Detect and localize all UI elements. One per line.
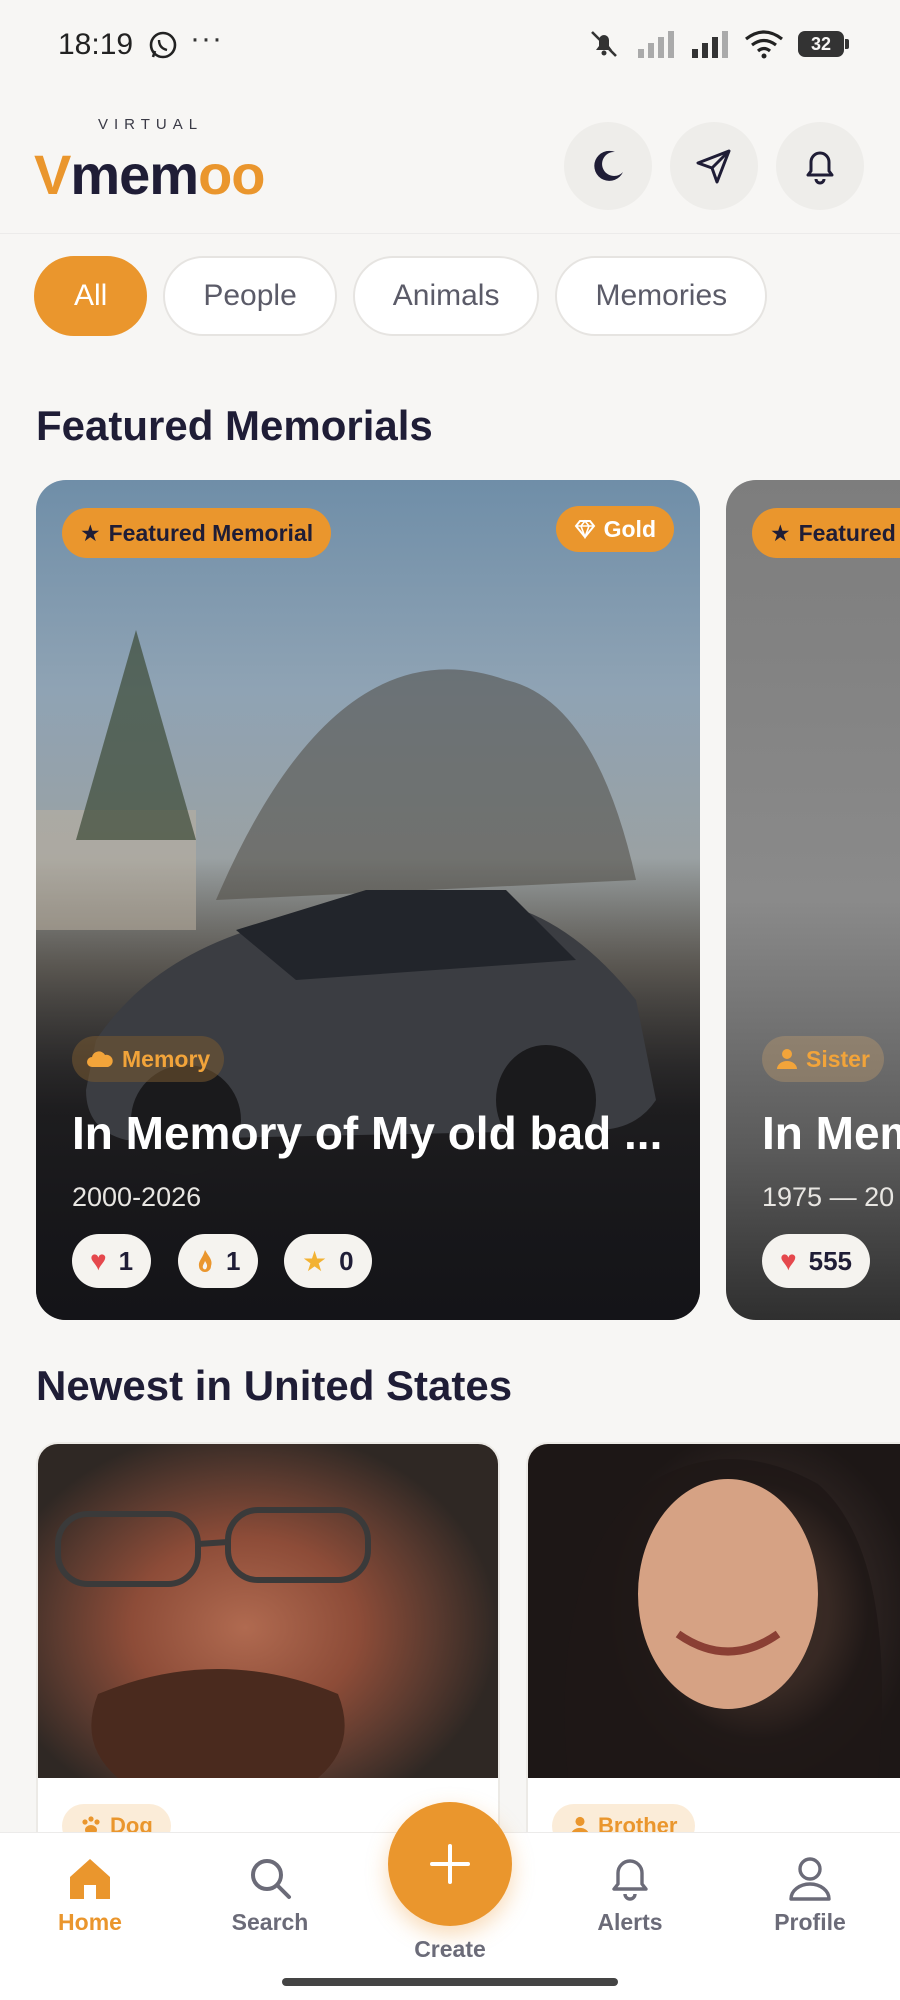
home-indicator[interactable] [282, 1978, 618, 1986]
filter-all[interactable]: All [34, 256, 148, 336]
nav-home[interactable]: Home [20, 1855, 160, 1936]
search-icon [251, 1859, 291, 1899]
newest-card-2[interactable]: Brother [526, 1442, 900, 1862]
wifi-icon [745, 30, 783, 59]
featured-memorial-badge: ★ Featured Memorial [62, 508, 332, 558]
signal-icon-2 [692, 31, 728, 58]
dark-mode-button[interactable] [564, 122, 652, 210]
notifications-button[interactable] [776, 122, 864, 210]
brand-logo[interactable]: Vmemoo [34, 142, 266, 207]
tier-label: Gold [603, 515, 656, 542]
filter-people[interactable]: People [163, 256, 337, 336]
star-rating-icon: ★ [302, 1245, 328, 1277]
create-button[interactable] [388, 1802, 512, 1926]
signal-icon-1 [638, 31, 674, 58]
featured-card-1[interactable]: ★ Featured Memorial Gold Memory In Memor… [36, 480, 700, 1320]
filter-chips: All People Animals Memories [34, 256, 768, 336]
nav-alerts[interactable]: Alerts [560, 1855, 700, 1936]
nav-search-label: Search [231, 1909, 309, 1935]
portrait-illustration-2 [564, 1459, 882, 1778]
category-tag: Memory [72, 1036, 225, 1082]
send-button[interactable] [670, 122, 758, 210]
filter-animals[interactable]: Animals [352, 256, 540, 336]
featured-card-2[interactable]: ★ Featured Sister In Mem 1975 — 20 ♥ 555 [726, 480, 900, 1320]
nav-profile[interactable]: Profile [740, 1855, 880, 1936]
send-icon [696, 149, 731, 184]
category-label: Memory [122, 1045, 211, 1072]
brand-oo: oo [198, 143, 265, 206]
star-icon-2: ★ [770, 519, 791, 546]
app-header: VIRTUAL Vmemoo [0, 92, 900, 234]
hearts-count: 1 [118, 1245, 134, 1276]
brand-mem: mem [70, 143, 199, 206]
plus-icon [430, 1844, 470, 1884]
status-icons: 32 [586, 28, 849, 60]
status-bar: 18:19 ··· 32 [0, 0, 900, 92]
featured-section-title: Featured Memorials [36, 402, 433, 449]
whatsapp-icon [149, 31, 177, 59]
create-label: Create [414, 1936, 486, 1962]
heart-icon: ♥ [90, 1245, 107, 1276]
memorial-title-2: In Mem [762, 1107, 900, 1159]
nav-profile-label: Profile [774, 1909, 846, 1935]
featured-badge-2: ★ Featured [752, 508, 900, 558]
stars-pill[interactable]: ★ 0 [284, 1234, 372, 1288]
hearts-pill[interactable]: ♥ 1 [72, 1234, 152, 1288]
candles-pill[interactable]: 1 [178, 1234, 259, 1288]
home-icon [70, 1859, 110, 1899]
candles-count: 1 [226, 1245, 241, 1276]
cloud-icon [87, 1051, 113, 1067]
nav-search[interactable]: Search [200, 1855, 340, 1936]
memorial-dates: 2000-2026 [72, 1182, 202, 1212]
featured-badge-label: Featured Memorial [108, 519, 314, 546]
star-icon: ★ [80, 519, 101, 546]
profile-icon [789, 1857, 831, 1901]
person-icon [777, 1049, 797, 1069]
more-notifications-icon: ··· [190, 22, 223, 55]
filter-memories[interactable]: Memories [555, 256, 768, 336]
flame-icon [198, 1250, 212, 1272]
memorial-dates-2: 1975 — 20 [762, 1182, 895, 1212]
portrait-illustration-1 [55, 1507, 371, 1778]
hearts-pill-2[interactable]: ♥ 555 [762, 1234, 871, 1288]
diamond-icon [574, 519, 595, 539]
brand-v: V [34, 143, 71, 206]
newest-section-title: Newest in United States [36, 1362, 513, 1409]
hearts-count-2: 555 [808, 1245, 853, 1276]
alerts-bell-icon [612, 1859, 648, 1901]
nav-home-label: Home [58, 1909, 122, 1935]
featured-badge-label-2: Featured [798, 519, 896, 546]
newest-card-1[interactable]: Dog [36, 1442, 500, 1862]
category-label-2: Sister [806, 1045, 870, 1072]
battery-icon: 32 [798, 31, 849, 57]
memorial-title: In Memory of My old bad ... [72, 1107, 663, 1159]
mute-icon [591, 31, 617, 57]
moon-icon [594, 150, 623, 181]
heart-icon-2: ♥ [780, 1245, 797, 1276]
gold-tier-badge: Gold [555, 506, 674, 552]
status-time: 18:19 [58, 28, 134, 61]
nav-alerts-label: Alerts [597, 1909, 663, 1935]
brand-subtitle: VIRTUAL [98, 116, 204, 133]
stars-count: 0 [339, 1245, 354, 1276]
bell-icon [806, 151, 834, 185]
category-tag-2: Sister [762, 1036, 884, 1082]
